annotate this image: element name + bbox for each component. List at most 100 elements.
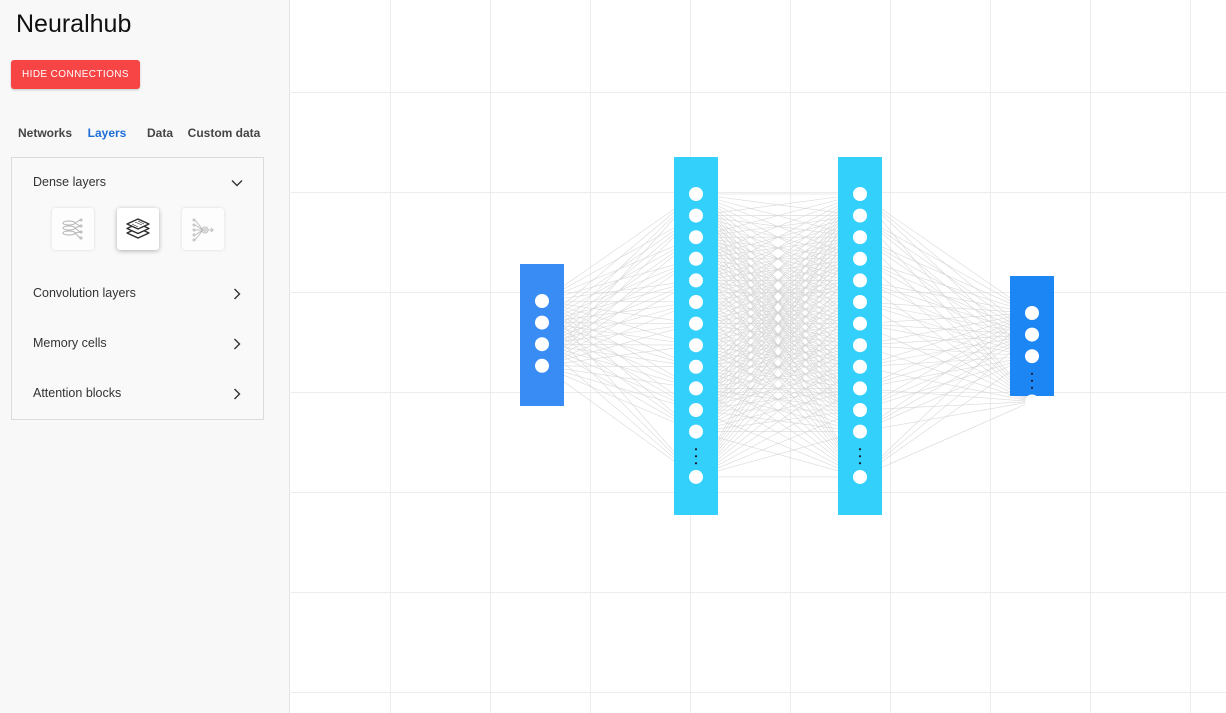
layer-block[interactable] <box>520 264 564 406</box>
connection-line <box>541 365 697 478</box>
connection-line <box>859 401 1033 478</box>
connection-line <box>541 236 697 367</box>
chevron-right-icon <box>234 338 241 350</box>
neuron <box>853 469 867 484</box>
connection-line <box>859 355 1033 432</box>
connection-line <box>859 193 1033 402</box>
neuron <box>535 337 549 352</box>
connection-line <box>541 365 697 389</box>
connection-line <box>859 312 1033 478</box>
section-attention-blocks[interactable]: Attention blocks <box>12 379 263 409</box>
section-memory-cells[interactable]: Memory cells <box>12 329 263 359</box>
neuron <box>853 230 867 245</box>
connection-line <box>859 301 1033 314</box>
layer-hidden-1[interactable] <box>674 157 718 515</box>
connection-line <box>541 322 697 478</box>
connection-line <box>541 323 697 367</box>
ellipsis-dot <box>1030 372 1034 375</box>
connection-line <box>541 193 697 302</box>
connection-line <box>541 365 697 411</box>
network-diagram <box>520 157 1054 515</box>
connection-line <box>541 258 697 367</box>
neuron <box>853 251 867 266</box>
neuron <box>689 295 703 309</box>
ellipsis-dot <box>694 448 698 451</box>
section-label: Convolution layers <box>33 286 136 300</box>
output-node-icon <box>192 218 214 242</box>
layer-output[interactable] <box>1010 276 1054 409</box>
section-label: Memory cells <box>33 336 107 350</box>
layers-panel: Dense layers Convolution layers Memory c… <box>11 157 264 420</box>
neuron <box>689 316 703 331</box>
neuron <box>535 315 549 330</box>
chevron-right-icon <box>234 388 241 400</box>
neuron <box>689 469 703 484</box>
neuron <box>853 273 867 288</box>
connection-line <box>541 280 697 367</box>
stacked-layers-icon <box>126 218 150 239</box>
neuron <box>853 403 867 417</box>
neuron <box>853 381 867 396</box>
neuron <box>689 273 703 288</box>
tab-networks[interactable]: Networks <box>11 118 79 157</box>
section-label: Attention blocks <box>33 386 122 400</box>
network-canvas[interactable] <box>291 0 1226 713</box>
output-layer-tile[interactable] <box>182 208 224 250</box>
neuron <box>1025 394 1039 409</box>
connection-line <box>541 193 697 345</box>
neuron <box>689 208 703 223</box>
connection-line <box>541 343 697 478</box>
connection-line <box>541 193 697 367</box>
neuron <box>853 424 867 439</box>
connection-line <box>859 312 1033 368</box>
neuron <box>689 381 703 396</box>
neuron <box>689 359 703 374</box>
neuron <box>853 316 867 331</box>
layer-hidden-2[interactable] <box>838 157 882 515</box>
ellipsis-dot <box>1030 386 1034 389</box>
tab-layers[interactable]: Layers <box>79 118 135 159</box>
ellipsis-dot <box>858 462 862 465</box>
neuron <box>853 295 867 309</box>
dense-network-icon <box>62 218 83 240</box>
connection-line <box>541 193 697 323</box>
section-convolution-layers[interactable]: Convolution layers <box>12 279 263 309</box>
neuron <box>853 338 867 353</box>
neuron <box>689 403 703 417</box>
neuron <box>1025 306 1039 320</box>
neuron <box>689 424 703 439</box>
ellipsis-dot <box>694 455 698 458</box>
stacked-layer-tile[interactable] <box>117 208 159 250</box>
neuron <box>853 359 867 374</box>
connection-line <box>859 312 1033 324</box>
connection-line <box>541 215 697 367</box>
ellipsis-dot <box>1030 379 1034 382</box>
neuron <box>1025 349 1039 364</box>
neuron <box>535 358 549 373</box>
connections <box>541 193 1033 478</box>
ellipsis-dot <box>858 448 862 451</box>
hide-connections-button[interactable]: HIDE CONNECTIONS <box>11 60 140 89</box>
app-title: Neuralhub <box>16 10 132 38</box>
section-dense-layers[interactable]: Dense layers <box>12 168 263 198</box>
neuron <box>1025 327 1039 342</box>
connection-line <box>859 193 1033 314</box>
tab-custom-data[interactable]: Custom data <box>185 118 263 157</box>
neuron <box>689 230 703 245</box>
connection-line <box>859 312 1033 346</box>
sidebar: Neuralhub HIDE CONNECTIONS Networks Laye… <box>0 0 290 713</box>
connection-line <box>859 236 1033 314</box>
layer-input[interactable] <box>520 264 564 406</box>
dense-layer-tile[interactable] <box>52 208 94 250</box>
connection-line <box>859 312 1033 411</box>
chevron-right-icon <box>234 288 241 300</box>
neuron <box>853 187 867 201</box>
neuron <box>853 208 867 223</box>
connection-line <box>859 355 1033 478</box>
tab-data[interactable]: Data <box>139 118 181 157</box>
chevron-down-icon <box>231 180 243 187</box>
connection-line <box>541 344 697 367</box>
connection-line <box>859 258 1033 314</box>
connection-line <box>859 280 1033 314</box>
neuron <box>689 251 703 266</box>
